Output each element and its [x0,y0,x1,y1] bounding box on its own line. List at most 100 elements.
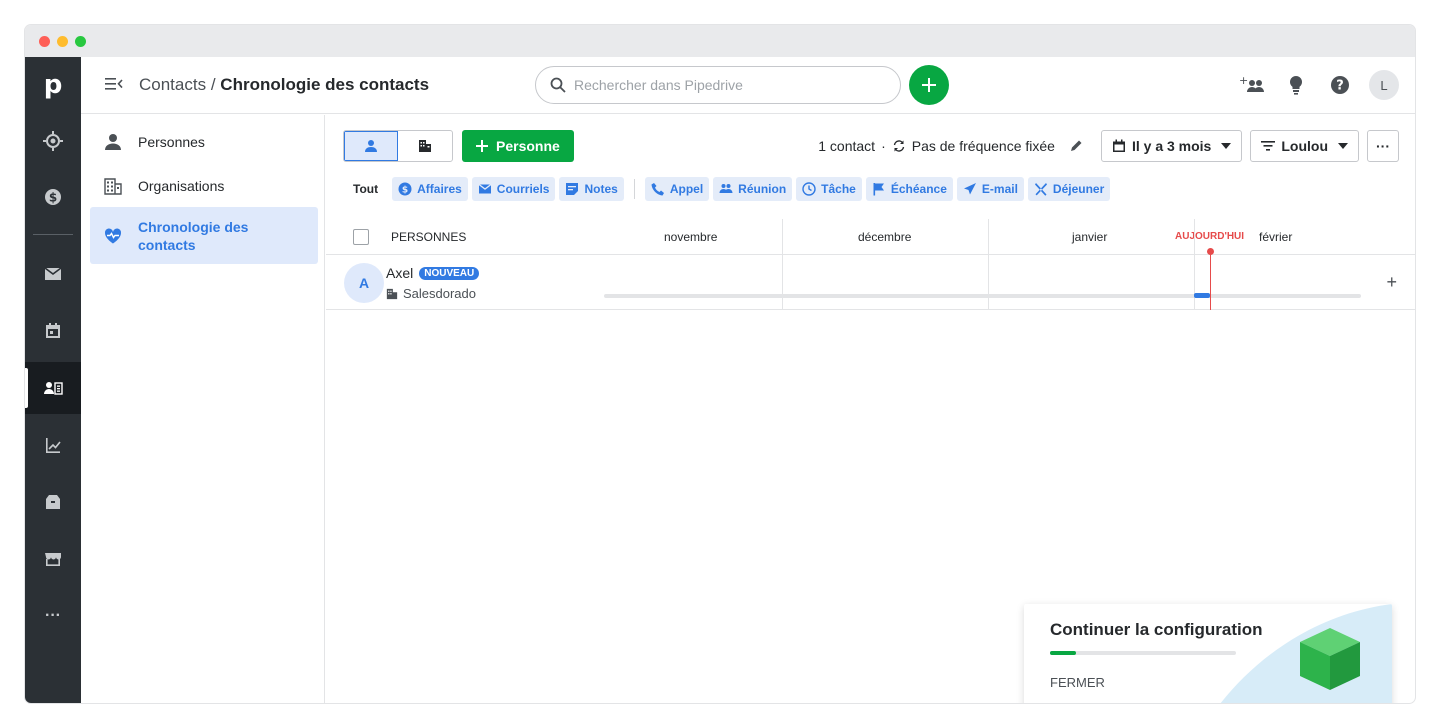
breadcrumb-root[interactable]: Contacts [139,75,206,94]
mail-icon[interactable] [25,248,81,300]
contact-name[interactable]: Axel [386,265,413,281]
svg-text:$: $ [402,186,408,196]
setup-card: Continuer la configuration FERMER [1024,604,1392,703]
edit-pencil-icon[interactable] [1069,139,1083,153]
top-bar: Contacts / Chronologie des contacts + [81,57,1415,114]
more-icon[interactable]: ··· [25,590,81,642]
building-icon [104,178,122,195]
today-marker-line [1210,252,1211,310]
filter-label: Affaires [417,182,462,196]
add-activity-button[interactable]: + [1386,272,1397,293]
filter-label: Réunion [738,182,787,196]
contact-org: Salesdorado [386,286,476,301]
new-badge: NOUVEAU [419,266,480,280]
store-icon[interactable] [25,533,81,585]
send-icon [963,183,976,195]
phone-icon [651,183,664,196]
people-view-button[interactable] [344,131,398,161]
close-window-button[interactable] [39,35,50,47]
chart-icon[interactable] [25,419,81,471]
timeline-activity-mark[interactable] [1194,293,1210,298]
filter-notes[interactable]: Notes [559,177,624,201]
caret-down-icon [1338,143,1348,149]
quick-add-button[interactable] [909,65,949,105]
filter-affaires[interactable]: $ Affaires [392,177,468,201]
note-icon [566,183,579,195]
sidenav-item-organisations[interactable]: Organisations [90,164,318,208]
filter-label: Déjeuner [1052,182,1105,196]
user-avatar[interactable]: L [1369,70,1399,100]
contact-summary: 1 contact · Pas de fréquence fixée [818,138,1083,154]
zoom-window-button[interactable] [75,35,86,47]
building-icon [386,288,398,299]
filter-reunion[interactable]: Réunion [713,177,793,201]
add-person-button[interactable]: Personne [462,130,574,162]
filter-appel[interactable]: Appel [644,177,710,201]
filter-dejeuner[interactable]: Déjeuner [1027,177,1111,201]
filter-courriels[interactable]: Courriels [471,177,556,201]
setup-progress-fill [1050,651,1077,655]
invite-users-button[interactable]: + [1237,70,1267,100]
organisations-view-button[interactable] [398,131,452,161]
summary-separator: · [881,138,886,154]
flag-icon [873,183,884,196]
lightbulb-icon [1289,75,1303,95]
target-icon[interactable] [25,115,81,167]
filter-dropdown[interactable]: Loulou [1250,130,1359,162]
more-options-button[interactable]: ··· [1367,130,1399,162]
search-box[interactable] [535,66,901,104]
main-area: Contacts / Chronologie des contacts + [81,57,1415,703]
filter-label: Notes [584,182,618,196]
period-dropdown[interactable]: Il y a 3 mois [1100,130,1243,162]
dollar-icon: $ [398,182,412,196]
filter-tache[interactable]: Tâche [796,177,862,201]
ideas-button[interactable] [1281,70,1311,100]
select-all-checkbox[interactable] [353,229,369,245]
box-icon[interactable] [25,476,81,528]
sidenav-item-personnes[interactable]: Personnes [90,120,318,164]
add-person-label: Personne [496,138,560,154]
contact-name-cell: Axel NOUVEAU [386,265,480,281]
toolbar-right: 1 contact · Pas de fréquence fixée Il y … [818,130,1399,162]
help-button[interactable]: ? [1325,70,1355,100]
timeline-track [604,294,1361,298]
org-name[interactable]: Salesdorado [403,286,476,301]
month-label: novembre [664,230,718,244]
calendar-icon [1112,139,1125,152]
sidenav-item-chronologie[interactable]: Chronologie des contacts [90,207,318,264]
pipedrive-logo[interactable]: p [25,57,81,113]
month-label: janvier [1072,230,1108,244]
breadcrumb-separator: / [210,75,216,94]
dollar-icon[interactable]: $ [25,171,81,223]
contacts-icon[interactable] [25,362,81,414]
contact-count: 1 contact [818,138,876,154]
table-row[interactable]: A Axel NOUVEAU Salesdorado + [326,256,1415,310]
search-input[interactable] [574,77,874,93]
calendar-icon[interactable] [25,305,81,357]
column-persons[interactable]: PERSONNES [391,230,466,244]
filter-divider [633,179,635,199]
collapse-menu-icon[interactable] [105,77,123,91]
sidenav-item-label: Organisations [138,178,225,194]
utensils-icon [1034,183,1047,196]
plus-icon [922,78,936,92]
heart-pulse-icon [104,227,122,243]
app: p $ ··· Contacts / Chronologie des conta… [25,57,1415,703]
svg-text:$: $ [49,191,57,205]
rail-divider [33,234,73,235]
minimize-window-button[interactable] [57,35,68,47]
setup-title: Continuer la configuration [1050,620,1263,639]
timeline-header: PERSONNES novembre décembre janvier AUJO… [326,219,1415,255]
filter-label: Échéance [890,182,947,196]
invite-users-icon: + [1239,75,1264,92]
caret-down-icon [1221,143,1232,149]
filter-email[interactable]: E-mail [956,177,1024,201]
setup-close-button[interactable]: FERMER [1050,675,1105,690]
view-toggle [343,130,453,162]
filter-all[interactable]: Tout [353,182,378,196]
filter-label: Appel [669,182,704,196]
filter-echeance[interactable]: Échéance [865,177,953,201]
app-window: p $ ··· Contacts / Chronologie des conta… [25,25,1415,703]
window-titlebar [25,25,1415,57]
timeline-content: Personne 1 contact · Pas de fréquence fi… [326,115,1415,703]
